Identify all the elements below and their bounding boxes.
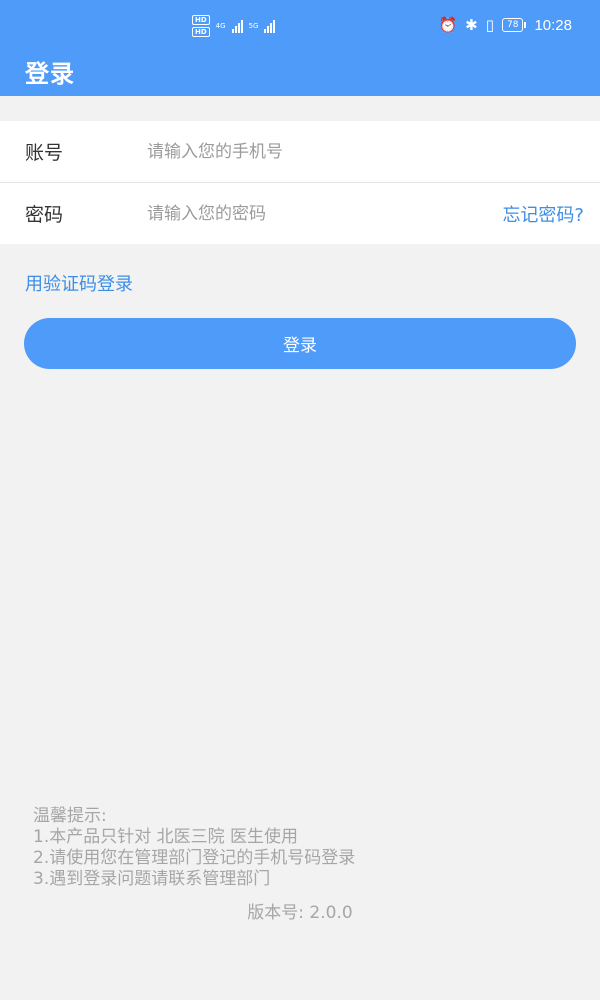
tips-line-2: 2.请使用您在管理部门登记的手机号码登录 — [33, 848, 356, 868]
status-bar-system: ⏰ ✱ ▯ 78 10:28 — [438, 12, 572, 38]
account-input[interactable] — [147, 141, 467, 162]
status-bar: HD HD 4G 5G ⏰ ✱ ▯ 78 10:28 — [0, 0, 600, 48]
tips-line-1: 1.本产品只针对 北医三院 医生使用 — [33, 827, 299, 847]
password-label: 密码 — [25, 204, 64, 226]
account-label: 账号 — [25, 142, 64, 164]
hd-indicators: HD HD — [192, 15, 210, 37]
network-type-1: 4G — [215, 22, 226, 30]
login-button[interactable]: 登录 — [24, 318, 576, 369]
battery-icon: 78 — [502, 18, 527, 32]
sms-login-link[interactable]: 用验证码登录 — [25, 270, 133, 296]
tips-block: 温馨提示: 1.本产品只针对 北医三院 医生使用 2.请使用您在管理部门登记的手… — [33, 806, 355, 890]
clock: 10:28 — [534, 16, 572, 34]
tips-title: 温馨提示: — [33, 806, 107, 826]
vibrate-icon: ▯ — [485, 16, 494, 34]
tips-line-3: 3.遇到登录问题请联系管理部门 — [33, 869, 271, 889]
login-form: 账号 密码 忘记密码? — [0, 121, 600, 244]
account-row: 账号 — [0, 121, 600, 182]
password-row: 密码 忘记密码? — [0, 182, 600, 244]
password-input[interactable] — [147, 203, 467, 224]
hd-badge-1: HD — [192, 15, 210, 25]
status-bar-network: HD HD 4G 5G — [192, 13, 276, 39]
app-header: HD HD 4G 5G ⏰ ✱ ▯ 78 10:28 登录 — [0, 0, 600, 96]
signal-icon — [231, 19, 243, 33]
version-label: 版本号: 2.0.0 — [247, 903, 353, 923]
page-title: 登录 — [25, 60, 75, 88]
battery-level: 78 — [502, 18, 524, 32]
bluetooth-icon: ✱ — [465, 16, 478, 34]
alarm-icon: ⏰ — [438, 16, 458, 34]
signal-icon-2 — [264, 19, 276, 33]
forgot-password-link[interactable]: 忘记密码? — [502, 201, 584, 227]
network-type-2: 5G — [248, 22, 259, 30]
hd-badge-2: HD — [192, 27, 210, 37]
